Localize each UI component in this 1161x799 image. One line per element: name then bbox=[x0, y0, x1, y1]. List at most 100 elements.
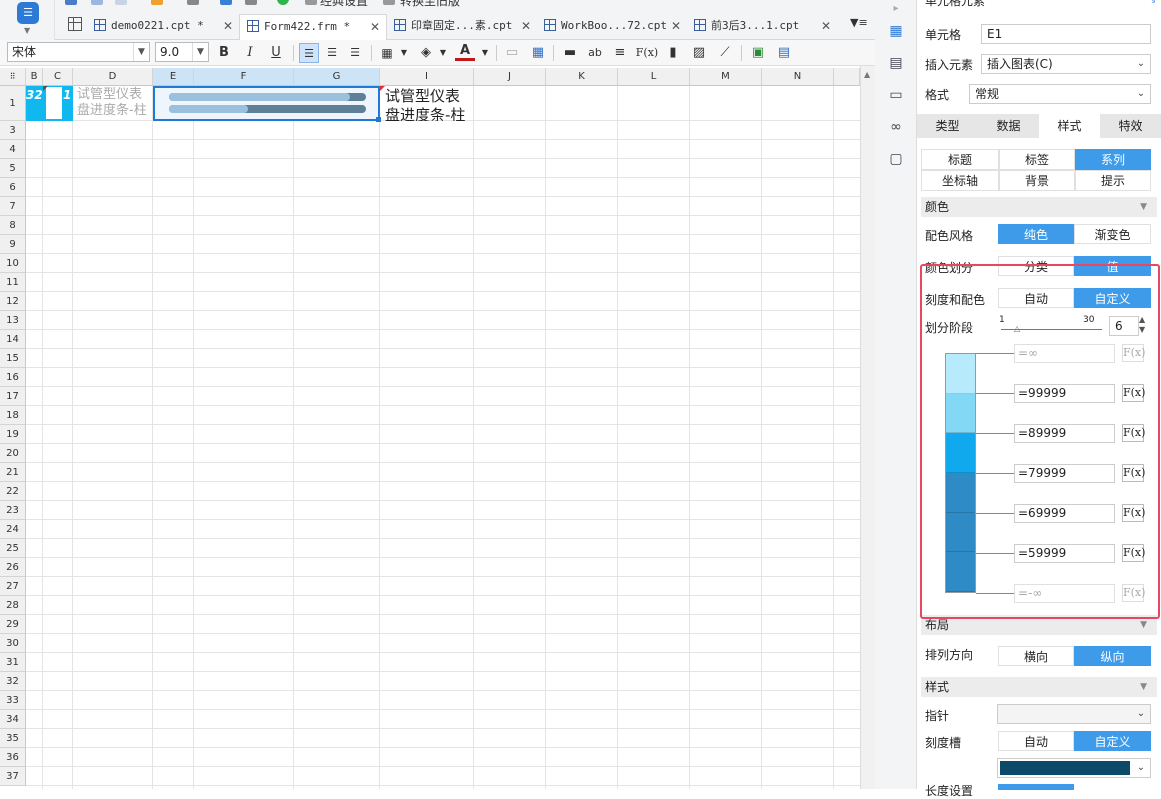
row-header[interactable]: 3 bbox=[0, 121, 26, 140]
underline-button[interactable]: U bbox=[266, 43, 286, 63]
tab-seal[interactable]: 印章固定...素.cpt ✕ bbox=[387, 14, 537, 40]
column-header[interactable]: I bbox=[380, 68, 474, 86]
row-header[interactable]: 10 bbox=[0, 254, 26, 273]
column-header[interactable] bbox=[834, 68, 860, 86]
column-header[interactable]: M bbox=[690, 68, 762, 86]
close-icon[interactable]: ✕ bbox=[521, 14, 531, 38]
insert-chart-icon[interactable]: ▮ bbox=[663, 43, 683, 63]
scroll-up-icon[interactable]: ▲ bbox=[864, 70, 870, 79]
row-header[interactable]: 29 bbox=[0, 615, 26, 634]
subtab-title[interactable]: 标题 bbox=[921, 149, 999, 170]
font-size-select[interactable]: 9.0 ▼ bbox=[155, 42, 209, 62]
row-header[interactable]: 18 bbox=[0, 406, 26, 425]
insert-image-icon[interactable]: ▨ bbox=[689, 43, 709, 63]
save-icon[interactable] bbox=[65, 0, 77, 5]
tab-effects[interactable]: 特效 bbox=[1100, 114, 1161, 138]
subtab-series[interactable]: 系列 bbox=[1075, 149, 1151, 170]
chevron-down-icon[interactable]: ▼ bbox=[433, 43, 453, 63]
column-header[interactable]: F bbox=[194, 68, 294, 86]
row-header[interactable]: 9 bbox=[0, 235, 26, 254]
align-left-icon[interactable]: ☰ bbox=[299, 43, 319, 63]
row-header[interactable]: 23 bbox=[0, 501, 26, 520]
tabs-overflow-icon[interactable]: ▼≡ bbox=[850, 16, 868, 29]
direction-horizontal[interactable]: 横向 bbox=[998, 646, 1074, 666]
tab-front3[interactable]: 前3后3...1.cpt ✕ bbox=[687, 14, 837, 40]
convert-old-label[interactable]: 转换至旧版 bbox=[400, 0, 460, 8]
pin-panel-icon[interactable]: ⤡ bbox=[1147, 0, 1155, 5]
tab-form422[interactable]: Form422.frm * ✕ bbox=[239, 14, 387, 40]
row-header[interactable]: 28 bbox=[0, 596, 26, 615]
row-header[interactable]: 22 bbox=[0, 482, 26, 501]
brush-icon[interactable] bbox=[151, 0, 163, 5]
chevron-down-icon[interactable]: ▼ bbox=[475, 43, 495, 63]
insert-table-icon[interactable]: ▦ bbox=[528, 43, 548, 63]
font-family-select[interactable]: 宋体 ▼ bbox=[7, 42, 150, 62]
row-header[interactable]: 27 bbox=[0, 577, 26, 596]
groove-custom[interactable]: 自定义 bbox=[1074, 731, 1151, 751]
row-header[interactable]: 7 bbox=[0, 197, 26, 216]
insert-textfield-icon[interactable]: ▬ bbox=[560, 43, 580, 63]
insert-formula-button[interactable]: F(x) bbox=[634, 43, 660, 63]
cell-element-icon[interactable]: ▦ bbox=[887, 22, 905, 40]
insert-text-button[interactable]: ab bbox=[585, 43, 605, 63]
row-header[interactable]: 26 bbox=[0, 558, 26, 577]
select-all-corner[interactable]: ⠿ bbox=[0, 68, 26, 86]
cell-attribute-icon[interactable]: ▤ bbox=[887, 54, 905, 72]
row-header[interactable]: 31 bbox=[0, 653, 26, 672]
color-section-header[interactable]: 颜色 ▼ bbox=[921, 197, 1157, 217]
style-section-header[interactable]: 样式 ▼ bbox=[921, 677, 1157, 697]
row-header[interactable]: 34 bbox=[0, 710, 26, 729]
row-header[interactable]: 37 bbox=[0, 767, 26, 786]
collapse-icon[interactable]: ▸ bbox=[887, 0, 905, 18]
italic-button[interactable]: I bbox=[240, 43, 260, 63]
color-style-gradient[interactable]: 渐变色 bbox=[1074, 224, 1151, 244]
column-header[interactable]: L bbox=[618, 68, 690, 86]
template-grid-icon[interactable] bbox=[68, 17, 82, 31]
row-header[interactable]: 25 bbox=[0, 539, 26, 558]
tab-data[interactable]: 数据 bbox=[978, 114, 1039, 138]
column-header[interactable]: J bbox=[474, 68, 546, 86]
font-color-button[interactable]: A bbox=[455, 43, 475, 61]
color-style-solid[interactable]: 纯色 bbox=[998, 224, 1074, 244]
row-header[interactable]: 24 bbox=[0, 520, 26, 539]
row-header[interactable]: 32 bbox=[0, 672, 26, 691]
row-header[interactable]: 17 bbox=[0, 387, 26, 406]
subtab-axis[interactable]: 坐标轴 bbox=[921, 170, 999, 191]
row-header[interactable]: 13 bbox=[0, 311, 26, 330]
tab-style[interactable]: 样式 bbox=[1039, 114, 1100, 138]
subtab-label[interactable]: 标签 bbox=[999, 149, 1075, 170]
merge-cells-icon[interactable]: ▭ bbox=[502, 43, 522, 63]
row-header[interactable]: 36 bbox=[0, 748, 26, 767]
subtab-background[interactable]: 背景 bbox=[999, 170, 1075, 191]
preview-icon[interactable] bbox=[187, 0, 199, 5]
insert-grid-icon[interactable]: ▤ bbox=[774, 43, 794, 63]
cell-e1-selected[interactable] bbox=[153, 86, 381, 122]
cell-field[interactable]: E1 bbox=[981, 24, 1151, 44]
redo-icon[interactable] bbox=[115, 0, 127, 5]
row-header[interactable]: 11 bbox=[0, 273, 26, 292]
settings-doc-icon[interactable] bbox=[305, 0, 317, 5]
undo-icon[interactable] bbox=[91, 0, 103, 5]
row-header[interactable]: 20 bbox=[0, 444, 26, 463]
row-header[interactable]: 33 bbox=[0, 691, 26, 710]
groove-color-select[interactable]: ⌄ bbox=[997, 758, 1151, 778]
hyperlink-icon[interactable]: ∞ bbox=[887, 118, 905, 136]
row-header[interactable]: 14 bbox=[0, 330, 26, 349]
classic-settings-label[interactable]: 经典设置 bbox=[320, 0, 368, 8]
row-header[interactable]: 12 bbox=[0, 292, 26, 311]
column-header[interactable]: E bbox=[153, 68, 194, 86]
check-icon[interactable] bbox=[277, 0, 289, 5]
cell-c1[interactable]: 1 bbox=[43, 86, 73, 121]
pin-icon[interactable] bbox=[220, 0, 232, 5]
column-header[interactable]: N bbox=[762, 68, 834, 86]
float-element-icon[interactable]: ▭ bbox=[887, 86, 905, 104]
cell-i1[interactable]: 试管型仪表 盘进度条-柱 bbox=[380, 86, 474, 121]
row-header[interactable]: 6 bbox=[0, 178, 26, 197]
insert-element-select[interactable]: 插入图表(C) ⌄ bbox=[981, 54, 1151, 74]
app-menu-button[interactable]: ☰ ▼ bbox=[0, 0, 55, 40]
column-header[interactable]: D bbox=[73, 68, 153, 86]
column-header[interactable]: G bbox=[294, 68, 380, 86]
column-header[interactable]: B bbox=[26, 68, 43, 86]
condition-attribute-icon[interactable]: ▢ bbox=[887, 150, 905, 168]
row-header[interactable]: 1 bbox=[0, 86, 26, 121]
